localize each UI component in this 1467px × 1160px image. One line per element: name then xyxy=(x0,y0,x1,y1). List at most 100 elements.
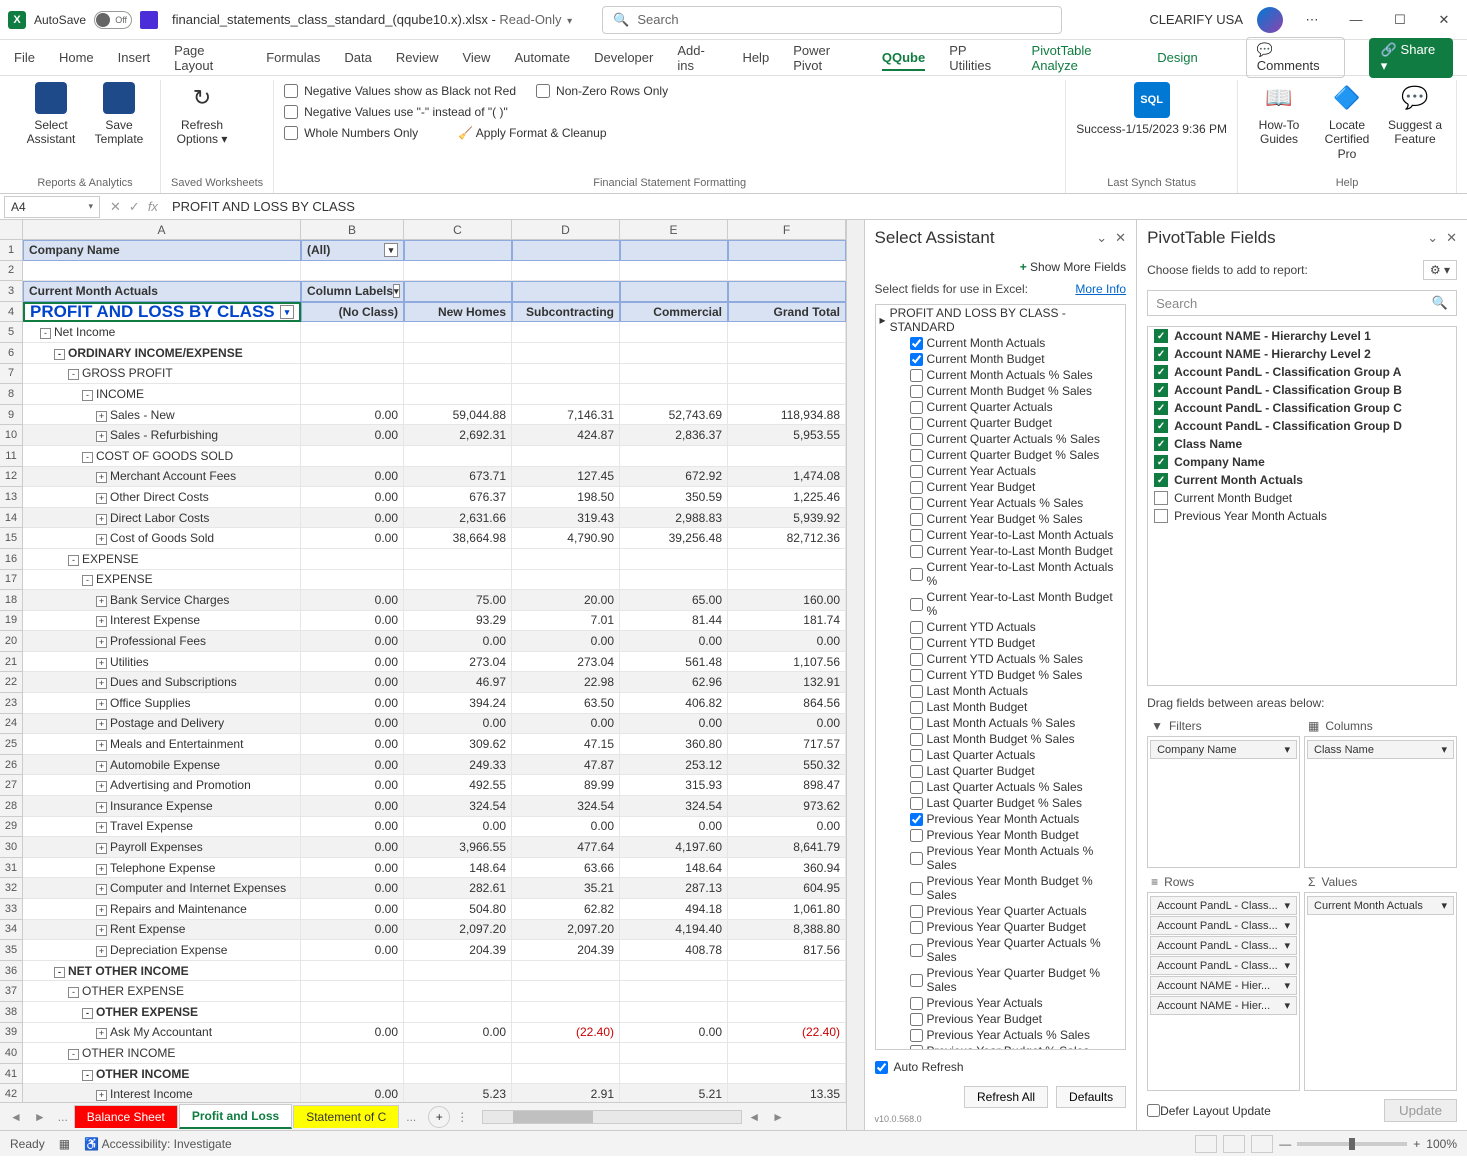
row-header[interactable]: 2 xyxy=(0,261,23,282)
tab-balance-sheet[interactable]: Balance Sheet xyxy=(74,1105,178,1128)
row-header[interactable]: 24 xyxy=(0,714,23,735)
cell[interactable] xyxy=(620,1002,728,1023)
row-header[interactable]: 1 xyxy=(0,240,23,261)
zoom-out-button[interactable]: — xyxy=(1279,1137,1291,1151)
cell[interactable]: +Bank Service Charges xyxy=(23,590,301,611)
cell[interactable]: 132.91 xyxy=(728,672,846,693)
cell[interactable] xyxy=(301,364,404,385)
cell[interactable]: 973.62 xyxy=(728,796,846,817)
cell[interactable] xyxy=(728,549,846,570)
stats-icon[interactable]: ▦ xyxy=(59,1137,70,1151)
cell[interactable]: 350.59 xyxy=(620,487,728,508)
cell[interactable]: -ORDINARY INCOME/EXPENSE xyxy=(23,343,301,364)
row-header[interactable]: 40 xyxy=(0,1043,23,1064)
cell[interactable]: 0.00 xyxy=(301,672,404,693)
update-button[interactable]: Update xyxy=(1384,1099,1457,1122)
cell[interactable] xyxy=(728,343,846,364)
cell[interactable] xyxy=(301,1043,404,1064)
cell[interactable]: 4,197.60 xyxy=(620,837,728,858)
ribbon-tab-design[interactable]: Design xyxy=(1157,44,1197,71)
cell[interactable] xyxy=(512,281,620,302)
row-header[interactable]: 4 xyxy=(0,302,23,323)
row-header[interactable]: 31 xyxy=(0,858,23,879)
cell[interactable]: 0.00 xyxy=(301,590,404,611)
cell[interactable]: 160.00 xyxy=(728,590,846,611)
cell[interactable] xyxy=(620,549,728,570)
cell[interactable]: 2,631.66 xyxy=(404,508,512,529)
save-icon[interactable] xyxy=(140,11,158,29)
save-template-button[interactable]: Save Template xyxy=(88,82,150,147)
cell[interactable] xyxy=(512,446,620,467)
row-header[interactable]: 17 xyxy=(0,570,23,591)
tree-item[interactable]: Current Month Actuals xyxy=(876,335,1126,351)
cell[interactable]: -INCOME xyxy=(23,384,301,405)
cell[interactable]: 604.95 xyxy=(728,878,846,899)
cell[interactable] xyxy=(512,549,620,570)
cell[interactable]: 561.48 xyxy=(620,652,728,673)
tree-item[interactable]: Last Month Actuals % Sales xyxy=(876,715,1126,731)
area-item[interactable]: Account PandL - Class...▾ xyxy=(1150,936,1297,955)
tree-item[interactable]: Current Month Actuals % Sales xyxy=(876,367,1126,383)
tree-item[interactable]: Previous Year Budget xyxy=(876,1011,1126,1027)
neg-black-checkbox[interactable]: Negative Values show as Black not Red xyxy=(284,82,516,100)
chevron-down-icon[interactable]: ⌄ xyxy=(1427,230,1438,246)
cell[interactable]: 127.45 xyxy=(512,467,620,488)
cell[interactable]: 5,953.55 xyxy=(728,425,846,446)
cell[interactable] xyxy=(404,446,512,467)
cell[interactable] xyxy=(620,1064,728,1085)
ribbon-display-icon[interactable]: ⋯ xyxy=(1297,12,1327,28)
cell[interactable]: 63.66 xyxy=(512,858,620,879)
cell[interactable] xyxy=(301,961,404,982)
cell[interactable] xyxy=(728,570,846,591)
cell[interactable]: Grand Total xyxy=(728,302,846,323)
cell[interactable]: 0.00 xyxy=(301,487,404,508)
ribbon-tab-view[interactable]: View xyxy=(462,44,490,71)
area-item[interactable]: Account PandL - Class...▾ xyxy=(1150,956,1297,975)
cell[interactable] xyxy=(301,570,404,591)
cell[interactable]: 35.21 xyxy=(512,878,620,899)
row-header[interactable]: 11 xyxy=(0,446,23,467)
cell[interactable]: +Postage and Delivery xyxy=(23,714,301,735)
cell[interactable] xyxy=(620,281,728,302)
cell[interactable]: 0.00 xyxy=(301,611,404,632)
cell[interactable] xyxy=(728,322,846,343)
cell[interactable]: 282.61 xyxy=(404,878,512,899)
cell[interactable]: 324.54 xyxy=(404,796,512,817)
tab-nav-next[interactable]: ► xyxy=(28,1110,52,1124)
cell[interactable]: 324.54 xyxy=(620,796,728,817)
cell[interactable] xyxy=(301,343,404,364)
cell[interactable] xyxy=(301,261,404,282)
tab-split[interactable]: ⋮ xyxy=(450,1110,474,1124)
tab-more[interactable]: ... xyxy=(52,1110,74,1124)
cell[interactable]: +Interest Expense xyxy=(23,611,301,632)
cell[interactable]: 424.87 xyxy=(512,425,620,446)
refresh-options-button[interactable]: ↻Refresh Options ▾ xyxy=(171,82,233,147)
cell[interactable]: Commercial xyxy=(620,302,728,323)
tree-item[interactable]: Last Month Actuals xyxy=(876,683,1126,699)
cell[interactable]: 13.35 xyxy=(728,1084,846,1102)
cell[interactable]: 81.44 xyxy=(620,611,728,632)
cell[interactable]: 0.00 xyxy=(404,1023,512,1044)
cell[interactable]: 394.24 xyxy=(404,693,512,714)
cell[interactable]: (All)▾ xyxy=(301,240,404,261)
tree-item[interactable]: Previous Year Quarter Budget % Sales xyxy=(876,965,1126,995)
cell[interactable]: 0.00 xyxy=(301,837,404,858)
cell[interactable] xyxy=(728,1043,846,1064)
cell[interactable]: 0.00 xyxy=(301,817,404,838)
tab-profit-loss[interactable]: Profit and Loss xyxy=(179,1104,292,1129)
tree-root[interactable]: ▸ PROFIT AND LOSS BY CLASS - STANDARD xyxy=(876,305,1126,335)
row-header[interactable]: 23 xyxy=(0,693,23,714)
cell[interactable] xyxy=(620,364,728,385)
cell[interactable]: 0.00 xyxy=(301,899,404,920)
field-list[interactable]: ✓Account NAME - Hierarchy Level 1✓Accoun… xyxy=(1147,326,1457,686)
suggest-feature-button[interactable]: 💬Suggest a Feature xyxy=(1384,82,1446,147)
cell[interactable] xyxy=(301,981,404,1002)
pivot-field[interactable]: Previous Year Month Actuals xyxy=(1148,507,1456,525)
row-header[interactable]: 9 xyxy=(0,405,23,426)
minimize-button[interactable]: — xyxy=(1341,12,1371,27)
defer-layout-checkbox[interactable] xyxy=(1147,1104,1160,1117)
cell[interactable] xyxy=(512,261,620,282)
pivot-field[interactable]: ✓Account NAME - Hierarchy Level 1 xyxy=(1148,327,1456,345)
cell[interactable]: 0.00 xyxy=(301,796,404,817)
cell[interactable]: 0.00 xyxy=(728,714,846,735)
